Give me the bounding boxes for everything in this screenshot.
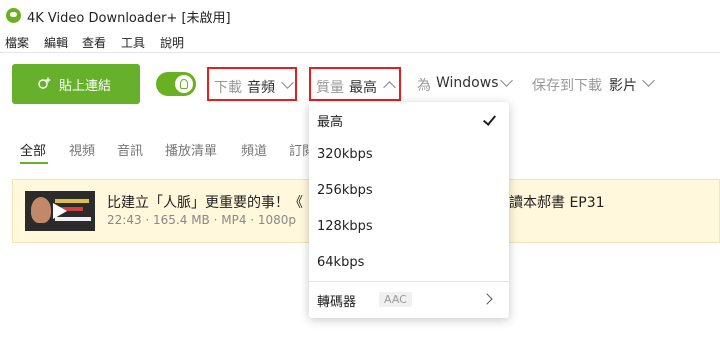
menu-file[interactable]: 檔案: [5, 34, 29, 51]
tab-audio[interactable]: 音訊: [117, 140, 143, 159]
quality-dropdown-menu: 最高 320kbps 256kbps 128kbps 64kbps 轉碼器 AA…: [309, 102, 509, 318]
quality-option-best[interactable]: 最高: [309, 102, 509, 138]
quality-option-128[interactable]: 128kbps: [309, 210, 509, 246]
quality-value: 最高: [349, 80, 377, 96]
quality-select[interactable]: 質量 最高: [309, 67, 401, 101]
platform-value: Windows: [436, 75, 499, 91]
smart-mode-toggle[interactable]: [156, 72, 196, 96]
save-to-select[interactable]: 保存到下載 影片: [527, 67, 659, 101]
save-to-value: 影片: [609, 78, 637, 94]
video-thumbnail: [25, 191, 95, 231]
chevron-down-icon: [281, 76, 294, 89]
download-type-select[interactable]: 下載 音頻: [207, 67, 297, 101]
quality-label: 質量: [316, 80, 344, 96]
tab-all[interactable]: 全部: [20, 140, 46, 159]
video-meta: 22:43 · 165.4 MB · MP4 · 1080p: [107, 213, 297, 227]
menu-edit[interactable]: 編輯: [44, 34, 68, 51]
converter-badge: AAC: [379, 292, 412, 307]
video-title-end: 讀本郝書 EP31: [509, 195, 605, 211]
checkmark-icon: [482, 112, 497, 126]
download-type-label: 下載: [214, 80, 242, 96]
menu-help[interactable]: 說明: [160, 34, 184, 51]
link-plus-icon: [38, 77, 51, 89]
paste-link-label: 貼上連結: [59, 79, 112, 94]
window-title: 4K Video Downloader+ [未啟用]: [27, 11, 231, 26]
platform-select[interactable]: 為 Windows: [412, 67, 516, 101]
chevron-down-icon: [500, 74, 513, 87]
paste-link-button[interactable]: 貼上連結: [12, 64, 140, 104]
menu-tools[interactable]: 工具: [121, 34, 145, 51]
save-to-label: 保存到下載: [532, 78, 602, 94]
download-type-value: 音頻: [247, 80, 275, 96]
chevron-up-icon: [383, 81, 396, 94]
app-logo-icon: [6, 8, 21, 23]
quality-option-320[interactable]: 320kbps: [309, 138, 509, 174]
lightbulb-icon: [180, 79, 188, 89]
video-title: 比建立「人脈」更重要的事！《: [107, 195, 303, 211]
play-icon: [53, 203, 67, 219]
tab-channels[interactable]: 頻道: [241, 140, 267, 159]
quality-option-256[interactable]: 256kbps: [309, 174, 509, 210]
tab-playlists[interactable]: 播放清單: [165, 140, 217, 159]
active-tab-indicator: [20, 162, 48, 164]
converter-submenu[interactable]: 轉碼器 AAC: [309, 282, 509, 318]
title-bar: 4K Video Downloader+ [未啟用]: [0, 0, 720, 32]
chevron-right-icon: [481, 293, 493, 305]
menu-view[interactable]: 查看: [82, 34, 106, 51]
tab-video[interactable]: 視頻: [69, 140, 95, 159]
converter-label: 轉碼器: [317, 295, 357, 310]
quality-option-64[interactable]: 64kbps: [309, 246, 509, 282]
platform-label: 為: [417, 78, 431, 94]
chevron-down-icon: [642, 74, 655, 87]
menu-bar: 檔案 編輯 查看 工具 說明: [0, 32, 720, 52]
